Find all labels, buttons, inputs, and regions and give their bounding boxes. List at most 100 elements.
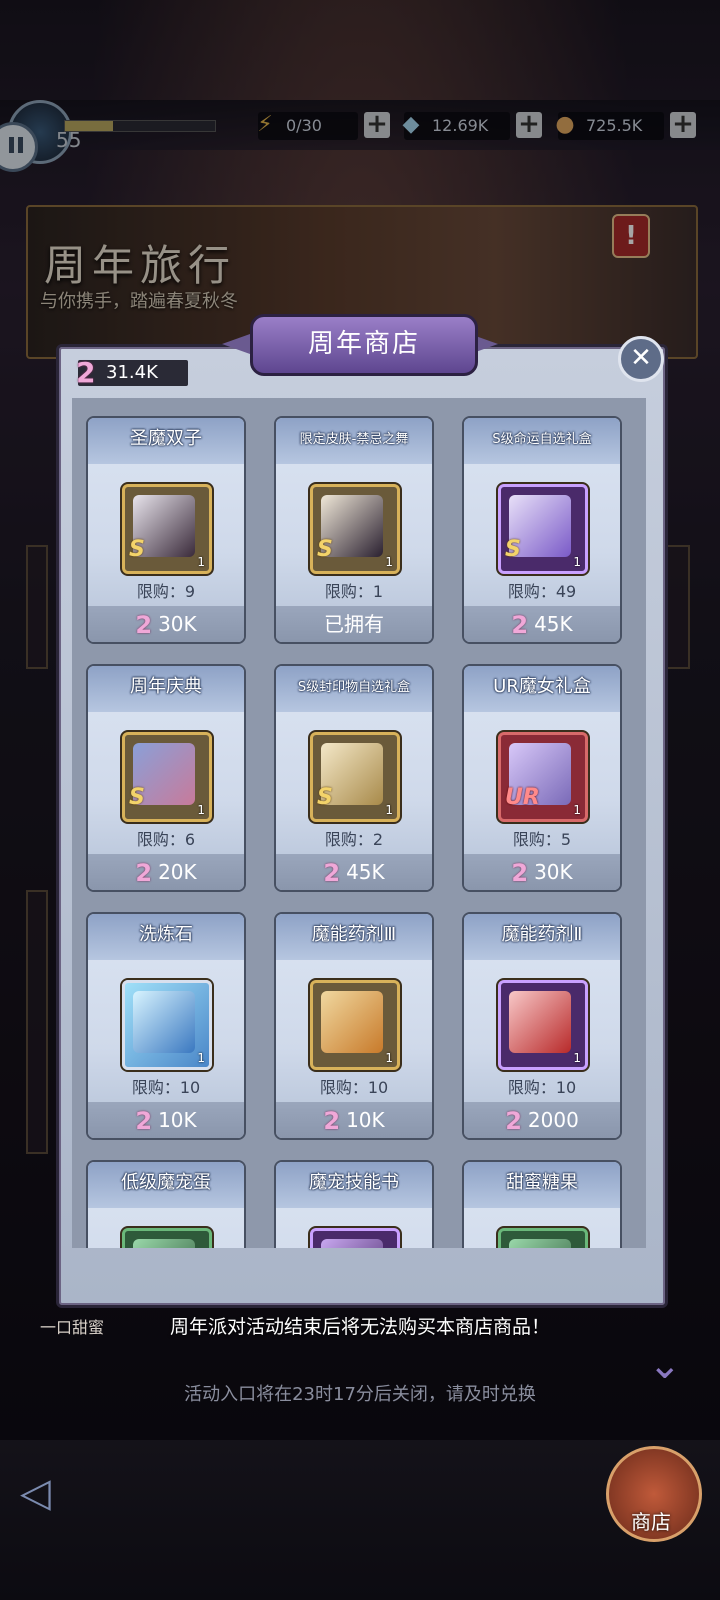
item-artwork [321,991,383,1053]
item-price: 30K [534,860,573,884]
shop-item[interactable]: UR魔女礼盒 UR 1 限购：5 2 30K [462,664,622,892]
item-quantity: 1 [197,555,205,569]
item-name: 低级魔宠蛋 [121,1172,211,1193]
buy-button[interactable]: 2 10K [276,1102,432,1138]
bottom-bar [0,1440,720,1600]
purchase-limit: 限购：9 [136,582,196,601]
buy-button[interactable]: 2 10K [88,1102,244,1138]
skill-book-icon[interactable] [310,1228,400,1248]
anniversary-token-icon: 2 [323,1107,341,1135]
card-pack-icon[interactable]: S1 [122,732,212,822]
rank-badge: S [129,537,145,562]
chest-icon[interactable]: S1 [498,484,588,574]
item-name: UR魔女礼盒 [493,676,591,697]
item-name: S级命运自选礼盒 [492,432,592,447]
item-price: 已拥有 [324,612,384,636]
anniversary-token-icon: 2 [76,356,96,389]
item-artwork [133,1239,195,1248]
purchase-limit: 限购：10 [131,1078,201,1097]
shop-grid[interactable]: 圣魔双子 S 1 限购：9 2 30K 限定皮肤-禁忌之舞 S 1 限购：1 已拥有 S级命运自选礼盒… [72,398,646,1248]
shop-item[interactable]: 魔宠技能书 [274,1160,434,1248]
shop-item[interactable]: 圣魔双子 S 1 限购：9 2 30K [86,416,246,644]
item-name: 甜蜜糖果 [506,1172,578,1193]
back-arrow-icon[interactable]: ◁ [20,1468,110,1518]
item-quantity: 1 [573,555,581,569]
shop-item[interactable]: S级封印物自选礼盒 S 1 限购：2 2 45K [274,664,434,892]
currency-amount: 31.4K [106,362,158,383]
modal-title: 周年商店 [250,314,478,376]
purchase-limit: 限购：2 [324,830,384,849]
anniversary-token-icon: 2 [135,859,153,887]
entry-close-notice: 活动入口将在23时17分后关闭，请及时兑换 [184,1384,536,1405]
pet-egg-icon[interactable] [122,1228,212,1248]
purchase-limit: 限购：5 [512,830,572,849]
purchase-limit: 限购：1 [324,582,384,601]
buy-button[interactable]: 2 45K [276,854,432,890]
item-name: 洗炼石 [139,924,193,945]
anniversary-token-icon: 2 [511,859,529,887]
rank-badge: S [317,537,333,562]
shop-item[interactable]: 洗炼石 1 限购：10 2 10K [86,912,246,1140]
item-name: 魔能药剂Ⅲ [311,924,397,945]
item-name: 魔宠技能书 [309,1172,399,1193]
item-quantity: 1 [573,1051,581,1065]
shop-item[interactable]: 甜蜜糖果 [462,1160,622,1248]
anniversary-token-icon: 2 [505,1107,522,1135]
buy-button[interactable]: 2 20K [88,854,244,890]
item-name: 圣魔双子 [130,428,202,449]
purchase-limit: 限购：49 [507,582,577,601]
gold-chest-icon[interactable]: S1 [310,732,400,822]
purchase-limit: 限购：6 [136,830,196,849]
item-quantity: 1 [573,803,581,817]
owned-label: 已拥有 [276,606,432,642]
item-quantity: 1 [385,1051,393,1065]
shop-label[interactable]: 商店 [614,1506,688,1535]
shop-item[interactable]: 周年庆典 S 1 限购：6 2 20K [86,664,246,892]
currency-balance: 2 31.4K [76,356,188,389]
item-price: 2000 [527,1108,579,1132]
refine-stone-icon[interactable]: 1 [122,980,212,1070]
item-artwork [509,1239,571,1248]
item-name: S级封印物自选礼盒 [297,680,411,695]
candy-icon[interactable] [498,1228,588,1248]
modal-title-wrap: 周年商店 [250,314,478,376]
shop-item[interactable]: 限定皮肤-禁忌之舞 S 1 限购：1 已拥有 [274,416,434,644]
rank-badge: UR [505,785,540,810]
item-artwork [133,991,195,1053]
anniversary-token-icon: 2 [323,859,341,887]
buy-button[interactable]: 2 30K [464,854,620,890]
potion-icon[interactable]: 1 [310,980,400,1070]
item-name: 限定皮肤-禁忌之舞 [299,432,409,447]
buy-button[interactable]: 2 2000 [464,1102,620,1138]
rank-badge: S [505,537,521,562]
shop-notice: 周年派对活动结束后将无法购买本商店商品！ [169,1316,550,1338]
anniversary-token-icon: 2 [135,611,153,639]
anniversary-token-icon: 2 [135,1107,153,1135]
character-portrait-icon[interactable]: S1 [122,484,212,574]
purchase-limit: 限购：10 [507,1078,577,1097]
shop-item[interactable]: 魔能药剂Ⅱ 1 限购：10 2 2000 [462,912,622,1140]
purchase-limit: 限购：10 [319,1078,389,1097]
shop-item[interactable]: 魔能药剂Ⅲ 1 限购：10 2 10K [274,912,434,1140]
item-price: 10K [158,1108,197,1132]
item-artwork [321,1239,383,1248]
rank-badge: S [317,785,333,810]
gift-box-icon[interactable]: UR 1 [498,732,588,822]
buy-button[interactable]: 2 30K [88,606,244,642]
item-quantity: 1 [197,803,205,817]
buy-button[interactable]: 2 45K [464,606,620,642]
skin-portrait-icon[interactable]: S1 [310,484,400,574]
red-potion-icon[interactable]: 1 [498,980,588,1070]
item-price: 45K [346,860,385,884]
item-quantity: 1 [197,1051,205,1065]
shop-item[interactable]: 低级魔宠蛋 [86,1160,246,1248]
item-price: 10K [346,1108,385,1132]
anniversary-token-icon: 2 [511,611,529,639]
item-price: 45K [534,612,573,636]
item-price: 30K [158,612,197,636]
title-wing-left-icon [222,334,250,354]
item-quantity: 1 [385,555,393,569]
item-price: 20K [158,860,197,884]
shop-item[interactable]: S级命运自选礼盒 S 1 限购：49 2 45K [462,416,622,644]
close-button[interactable]: ✕ [618,336,664,382]
